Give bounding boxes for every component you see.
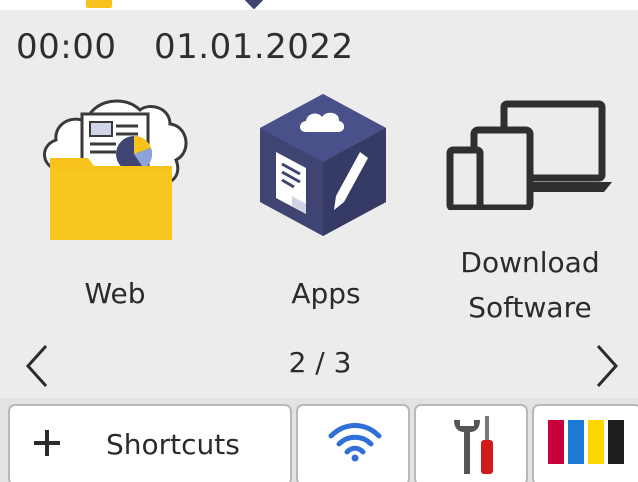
peek-cube-icon — [242, 0, 266, 10]
page-indicator: 2 / 3 — [288, 346, 352, 379]
ink-levels-icon — [548, 420, 624, 464]
clock-date: 01.01.2022 — [154, 27, 354, 67]
download-software-label-line1: Download — [460, 246, 600, 279]
settings-button[interactable] — [414, 404, 528, 482]
chevron-right-icon — [596, 344, 619, 388]
download-software-label-line2: Software — [468, 291, 592, 324]
download-software-button[interactable] — [446, 100, 616, 212]
shortcuts-button[interactable]: Shortcuts — [8, 404, 292, 482]
clock-time: 00:00 — [16, 27, 117, 67]
shortcuts-label: Shortcuts — [106, 428, 240, 461]
ink-button[interactable] — [532, 404, 638, 482]
previous-page-button[interactable] — [22, 344, 52, 388]
web-app-button[interactable] — [32, 88, 192, 246]
apps-label: Apps — [291, 277, 361, 310]
next-page-button[interactable] — [592, 344, 622, 388]
web-folder-cloud-icon — [43, 99, 188, 240]
plus-icon — [34, 430, 60, 456]
peek-yellow-icon — [86, 0, 112, 8]
wifi-icon — [328, 423, 382, 462]
download-software-label: Download Software — [430, 240, 630, 330]
wifi-button[interactable] — [296, 404, 410, 482]
apps-button[interactable] — [256, 90, 390, 240]
chevron-left-icon — [25, 344, 48, 388]
previous-row-peek — [0, 0, 638, 10]
web-app-label: Web — [84, 277, 146, 310]
devices-icon — [446, 100, 612, 212]
apps-cube-icon — [260, 94, 386, 236]
wrench-screwdriver-icon — [454, 416, 493, 474]
printer-home-screen: 00:00 01.01.2022 Web Apps Download Softw… — [0, 0, 638, 482]
bottom-toolbar: Shortcuts — [0, 398, 638, 482]
